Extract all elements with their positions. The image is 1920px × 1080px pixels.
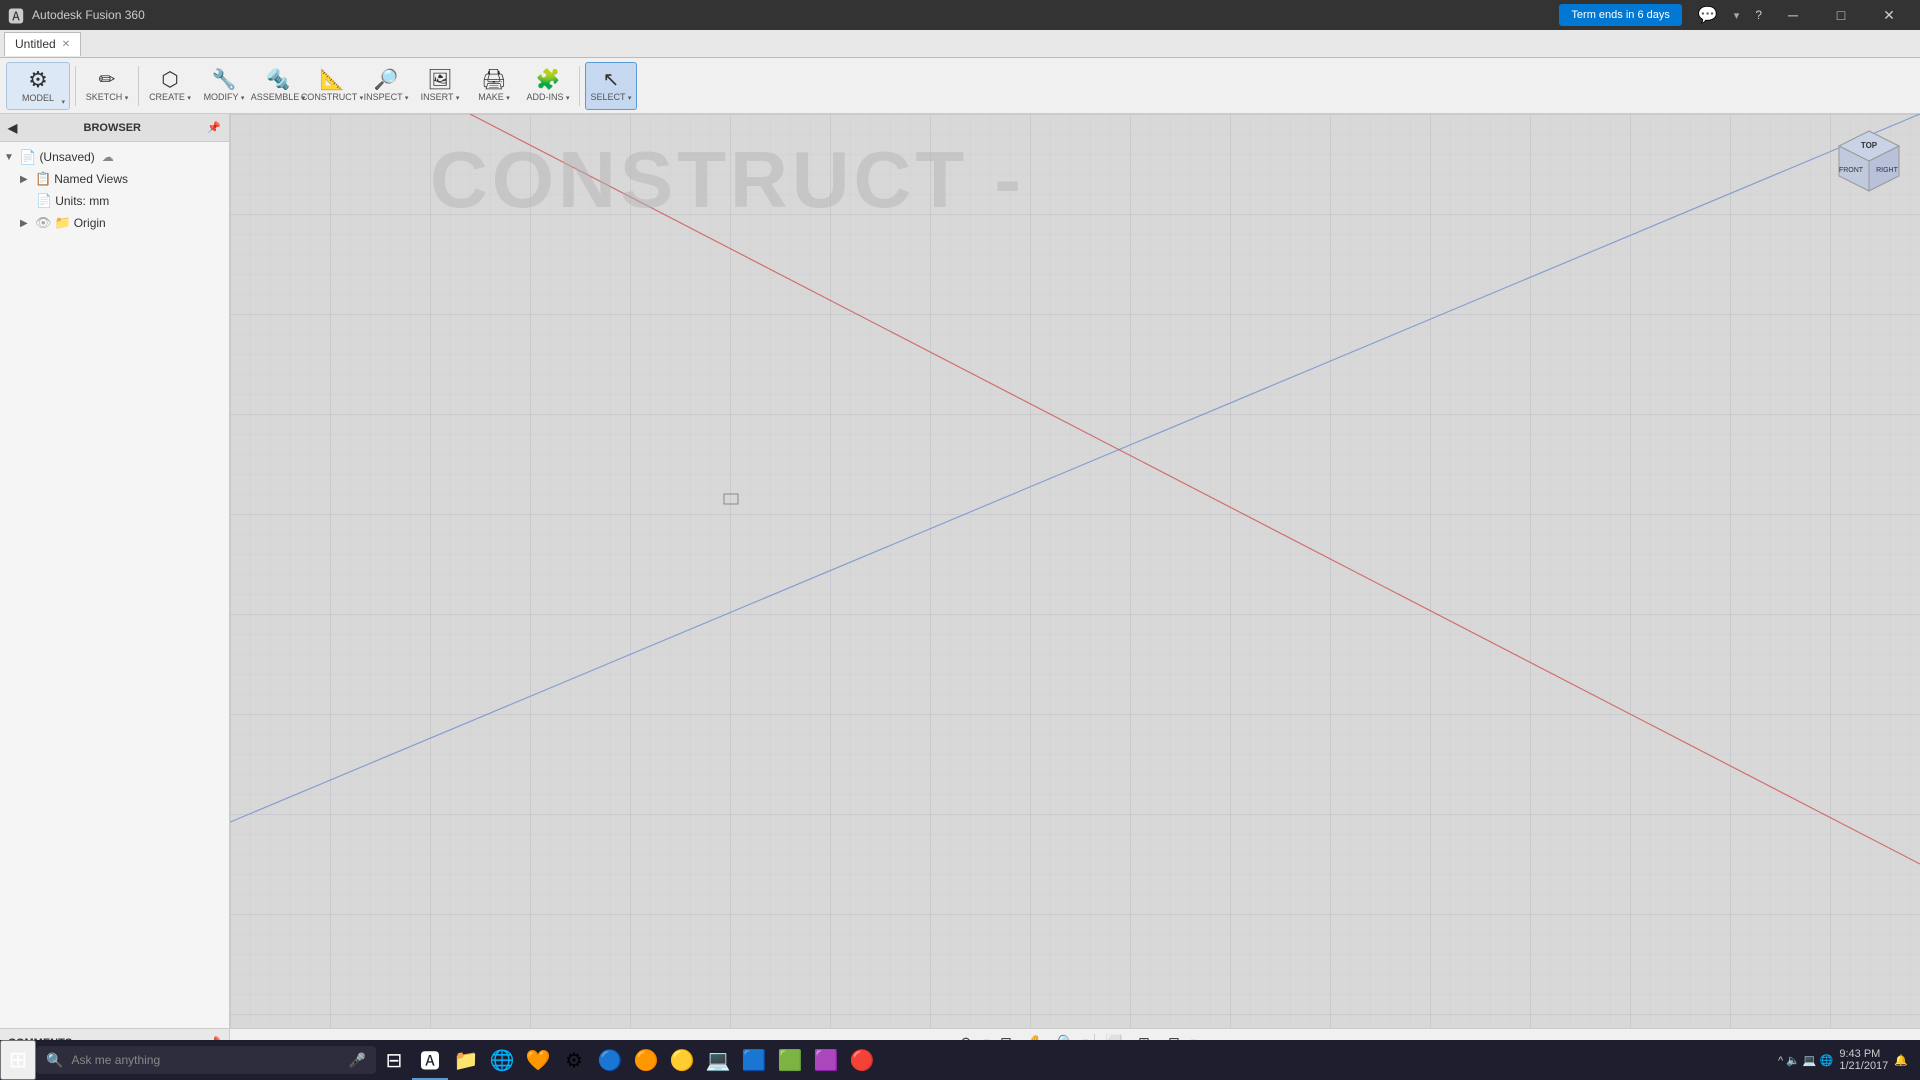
taskbar-search[interactable]: 🔍 Ask me anything 🎤	[36, 1046, 376, 1074]
browser-title: BROWSER	[84, 122, 141, 134]
task-view-button[interactable]: ⊟	[376, 1040, 412, 1080]
origin-expand-icon: ▶	[20, 218, 32, 229]
sidebar: ◀ BROWSER 📌 ▼ 📄 (Unsaved) ☁ ▶ 📋 Named Vi…	[0, 114, 230, 1056]
taskbar-app-red[interactable]: 🔴	[844, 1040, 880, 1080]
model-button[interactable]: ⚙ MODEL ▾	[6, 62, 70, 110]
named-views-label: Named Views	[54, 172, 128, 186]
taskbar-app-green[interactable]: 🟩	[772, 1040, 808, 1080]
toolbar-divider-1	[75, 66, 76, 106]
assemble-icon: 🔩	[266, 70, 291, 90]
units-label: Units: mm	[55, 194, 109, 208]
main-toolbar: ⚙ MODEL ▾ ✏ SKETCH ▾ ⬡ CREATE ▾ 🔧 MODIFY…	[0, 58, 1920, 114]
canvas-area[interactable]: CONSTRUCT - TOP RIGHT FRONT ⟳ ▾ ⊡ ✋ 🔍 ▾	[230, 114, 1920, 1056]
model-label: MODEL	[22, 93, 54, 103]
browser-collapse-icon[interactable]: ◀	[8, 121, 17, 135]
search-icon: 🔍	[46, 1052, 63, 1069]
svg-text:TOP: TOP	[1861, 141, 1878, 150]
model-arrow-icon: ▾	[61, 98, 65, 106]
mic-icon: 🎤	[349, 1052, 366, 1069]
taskbar-app-orange[interactable]: 🧡	[520, 1040, 556, 1080]
construct-button[interactable]: 📐 CONSTRUCT ▾	[306, 62, 358, 110]
origin-label: Origin	[74, 216, 106, 230]
close-button[interactable]: ✕	[1866, 0, 1912, 30]
select-icon: ↖	[603, 70, 620, 90]
tree-root-item[interactable]: ▼ 📄 (Unsaved) ☁	[0, 146, 229, 168]
window-controls: ─ □ ✕	[1770, 0, 1912, 30]
model-icon: ⚙	[28, 69, 48, 91]
insert-button[interactable]: 🖼 INSERT ▾	[414, 62, 466, 110]
tree-origin[interactable]: ▶ 👁 📁 Origin	[0, 212, 229, 234]
make-button[interactable]: 🖨 MAKE ▾	[468, 62, 520, 110]
system-tray: ^ 🔈 💻 🌐 9:43 PM 1/21/2017 🔔	[1766, 1048, 1920, 1072]
taskbar: ⊞ 🔍 Ask me anything 🎤 ⊟ 🅰 📁 🌐 🧡 ⚙ 🔵 🟠 🟡 …	[0, 1040, 1920, 1080]
sketch-button[interactable]: ✏ SKETCH ▾	[81, 62, 133, 110]
named-views-expand-icon: ▶	[20, 174, 32, 185]
modify-button[interactable]: 🔧 MODIFY ▾	[198, 62, 250, 110]
tab-close-button[interactable]: ✕	[62, 39, 70, 50]
tab-bar: Untitled ✕	[0, 30, 1920, 58]
taskbar-app-yellow[interactable]: 🟡	[664, 1040, 700, 1080]
taskbar-app-purple[interactable]: 🟪	[808, 1040, 844, 1080]
inspect-icon: 🔎	[374, 70, 399, 90]
taskbar-app-fusion[interactable]: 🅰	[412, 1040, 448, 1080]
svg-text:FRONT: FRONT	[1839, 167, 1864, 174]
tree-named-views[interactable]: ▶ 📋 Named Views	[0, 168, 229, 190]
root-label: (Unsaved)	[39, 150, 94, 164]
toolbar-divider-3	[579, 66, 580, 106]
create-button[interactable]: ⬡ CREATE ▾	[144, 62, 196, 110]
root-doc-icon: 📄	[19, 149, 36, 166]
grid-background	[230, 114, 1920, 1056]
app-icon: 🅰	[8, 3, 24, 27]
tab-label: Untitled	[15, 37, 56, 51]
chat-icon[interactable]: 💬	[1698, 5, 1718, 25]
taskbar-app-explorer[interactable]: 📁	[448, 1040, 484, 1080]
minimize-button[interactable]: ─	[1770, 0, 1816, 30]
create-icon: ⬡	[161, 70, 178, 90]
addins-icon: 🧩	[536, 70, 561, 90]
maximize-button[interactable]: □	[1818, 0, 1864, 30]
origin-folder-icon: 📁	[55, 215, 71, 231]
view-cube[interactable]: TOP RIGHT FRONT	[1834, 126, 1904, 196]
cloud-icon: ☁	[102, 150, 114, 164]
help-icon[interactable]: ?	[1755, 8, 1762, 22]
named-views-icon: 📋	[35, 171, 51, 187]
root-expand-icon: ▼	[4, 152, 16, 163]
browser-pin-icon[interactable]: 📌	[207, 121, 221, 134]
main-content: ◀ BROWSER 📌 ▼ 📄 (Unsaved) ☁ ▶ 📋 Named Vi…	[0, 114, 1920, 1056]
notif-button[interactable]: Term ends in 6 days	[1559, 4, 1681, 26]
taskbar-app-teal[interactable]: 🟦	[736, 1040, 772, 1080]
browser-header: ◀ BROWSER 📌	[0, 114, 229, 142]
inspect-button[interactable]: 🔎 INSPECT ▾	[360, 62, 412, 110]
tab-untitled[interactable]: Untitled ✕	[4, 32, 81, 56]
browser-tree: ▼ 📄 (Unsaved) ☁ ▶ 📋 Named Views 📄 Units:…	[0, 142, 229, 1028]
tree-units[interactable]: 📄 Units: mm	[0, 190, 229, 212]
clock: 9:43 PM 1/21/2017	[1839, 1048, 1888, 1072]
modify-icon: 🔧	[212, 70, 237, 90]
addins-button[interactable]: 🧩 ADD-INS ▾	[522, 62, 574, 110]
origin-eye-icon: 👁	[35, 215, 52, 231]
taskbar-app-blue[interactable]: 🔵	[592, 1040, 628, 1080]
app-title: Autodesk Fusion 360	[32, 8, 1551, 22]
assemble-button[interactable]: 🔩 ASSEMBLE ▾	[252, 62, 304, 110]
insert-icon: 🖼	[427, 70, 452, 90]
taskbar-app-laptop[interactable]: 💻	[700, 1040, 736, 1080]
svg-text:RIGHT: RIGHT	[1876, 167, 1899, 174]
construct-icon: 📐	[320, 70, 345, 90]
search-text: Ask me anything	[71, 1053, 160, 1067]
notification-icon[interactable]: 🔔	[1894, 1054, 1908, 1067]
user-name: ▾	[1734, 9, 1740, 22]
toolbar-divider-2	[138, 66, 139, 106]
start-button[interactable]: ⊞	[0, 1040, 36, 1080]
tray-icons: ^ 🔈 💻 🌐	[1778, 1054, 1833, 1067]
taskbar-app-settings[interactable]: ⚙	[556, 1040, 592, 1080]
sketch-icon: ✏	[99, 70, 116, 90]
title-bar: 🅰 Autodesk Fusion 360 Term ends in 6 day…	[0, 0, 1920, 30]
make-icon: 🖨	[481, 70, 506, 90]
units-icon: 📄	[36, 193, 52, 209]
select-button[interactable]: ↖ SELECT ▾	[585, 62, 637, 110]
taskbar-app-blender[interactable]: 🟠	[628, 1040, 664, 1080]
taskbar-app-firefox[interactable]: 🌐	[484, 1040, 520, 1080]
